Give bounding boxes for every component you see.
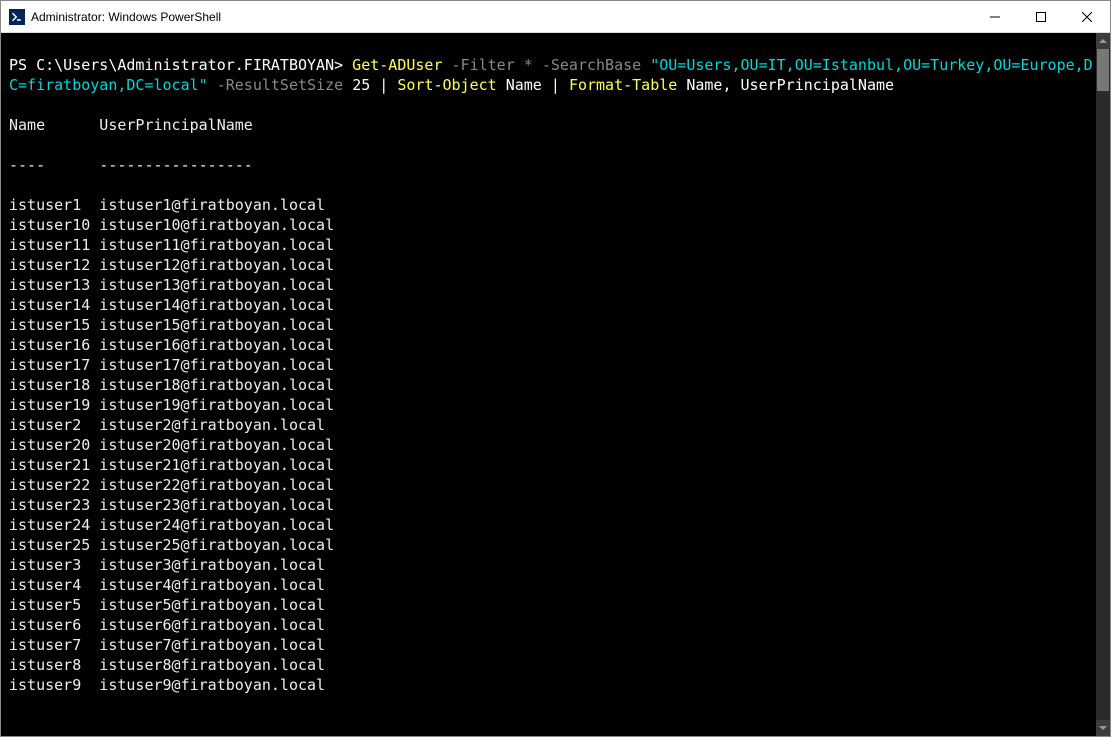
cell-name: istuser4 — [9, 575, 99, 595]
cell-upn: istuser4@firatboyan.local — [99, 575, 325, 595]
table-row: istuser6istuser6@firatboyan.local — [9, 615, 1096, 635]
cell-name: istuser6 — [9, 615, 99, 635]
cell-name: istuser14 — [9, 295, 99, 315]
table-row: istuser24istuser24@firatboyan.local — [9, 515, 1096, 535]
cell-upn: istuser8@firatboyan.local — [99, 655, 325, 675]
maximize-button[interactable] — [1018, 1, 1064, 32]
cell-name: istuser13 — [9, 275, 99, 295]
cell-upn: istuser2@firatboyan.local — [99, 415, 325, 435]
cell-name: istuser25 — [9, 535, 99, 555]
console-area: PS C:\Users\Administrator.FIRATBOYAN> Ge… — [1, 33, 1110, 736]
minimize-button[interactable] — [972, 1, 1018, 32]
table-row: istuser7istuser7@firatboyan.local — [9, 635, 1096, 655]
cell-name: istuser10 — [9, 215, 99, 235]
cell-upn: istuser20@firatboyan.local — [99, 435, 334, 455]
window-titlebar[interactable]: Administrator: Windows PowerShell — [1, 1, 1110, 33]
table-row: istuser18istuser18@firatboyan.local — [9, 375, 1096, 395]
cell-upn: istuser16@firatboyan.local — [99, 335, 334, 355]
cell-name: istuser23 — [9, 495, 99, 515]
cell-name: istuser12 — [9, 255, 99, 275]
console-output[interactable]: PS C:\Users\Administrator.FIRATBOYAN> Ge… — [1, 33, 1096, 736]
cell-upn: istuser5@firatboyan.local — [99, 595, 325, 615]
cell-upn: istuser13@firatboyan.local — [99, 275, 334, 295]
cell-name: istuser15 — [9, 315, 99, 335]
table-row: istuser23istuser23@firatboyan.local — [9, 495, 1096, 515]
table-row: istuser15istuser15@firatboyan.local — [9, 315, 1096, 335]
table-row: istuser20istuser20@firatboyan.local — [9, 435, 1096, 455]
blank-line — [9, 96, 18, 114]
table-row: istuser2istuser2@firatboyan.local — [9, 415, 1096, 435]
table-row: istuser16istuser16@firatboyan.local — [9, 335, 1096, 355]
cell-name: istuser16 — [9, 335, 99, 355]
cell-name: istuser24 — [9, 515, 99, 535]
table-row: istuser9istuser9@firatboyan.local — [9, 675, 1096, 695]
cell-upn: istuser18@firatboyan.local — [99, 375, 334, 395]
cell-name: istuser9 — [9, 675, 99, 695]
cell-name: istuser20 — [9, 435, 99, 455]
close-button[interactable] — [1064, 1, 1110, 32]
cell-upn: istuser1@firatboyan.local — [99, 195, 325, 215]
cell-upn: istuser24@firatboyan.local — [99, 515, 334, 535]
cell-name: istuser3 — [9, 555, 99, 575]
cell-name: istuser2 — [9, 415, 99, 435]
table-row: istuser1istuser1@firatboyan.local — [9, 195, 1096, 215]
cell-upn: istuser6@firatboyan.local — [99, 615, 325, 635]
cell-name: istuser11 — [9, 235, 99, 255]
table-row: istuser19istuser19@firatboyan.local — [9, 395, 1096, 415]
table-row: istuser3istuser3@firatboyan.local — [9, 555, 1096, 575]
table-row: istuser5istuser5@firatboyan.local — [9, 595, 1096, 615]
cell-name: istuser19 — [9, 395, 99, 415]
cell-name: istuser8 — [9, 655, 99, 675]
cell-upn: istuser23@firatboyan.local — [99, 495, 334, 515]
scroll-up-button[interactable] — [1096, 33, 1110, 49]
window-title: Administrator: Windows PowerShell — [31, 10, 221, 24]
cell-name: istuser5 — [9, 595, 99, 615]
window-controls — [972, 1, 1110, 32]
scroll-thumb[interactable] — [1097, 49, 1109, 91]
cell-name: istuser17 — [9, 355, 99, 375]
table-row: istuser21istuser21@firatboyan.local — [9, 455, 1096, 475]
cell-upn: istuser21@firatboyan.local — [99, 455, 334, 475]
scroll-down-button[interactable] — [1096, 720, 1110, 736]
prompt-line-2: C=firatboyan,DC=local" -ResultSetSize 25… — [9, 76, 894, 94]
cell-upn: istuser22@firatboyan.local — [99, 475, 334, 495]
header-row: NameUserPrincipalName — [9, 115, 1096, 135]
cell-name: istuser21 — [9, 455, 99, 475]
cell-upn: istuser11@firatboyan.local — [99, 235, 334, 255]
header-rule: --------------------- — [9, 155, 1096, 175]
table-row: istuser25istuser25@firatboyan.local — [9, 535, 1096, 555]
cell-upn: istuser9@firatboyan.local — [99, 675, 325, 695]
table-row: istuser22istuser22@firatboyan.local — [9, 475, 1096, 495]
cell-name: istuser7 — [9, 635, 99, 655]
table-row: istuser13istuser13@firatboyan.local — [9, 275, 1096, 295]
cell-upn: istuser17@firatboyan.local — [99, 355, 334, 375]
vertical-scrollbar[interactable] — [1096, 33, 1110, 736]
cell-upn: istuser10@firatboyan.local — [99, 215, 334, 235]
cell-upn: istuser7@firatboyan.local — [99, 635, 325, 655]
cell-upn: istuser12@firatboyan.local — [99, 255, 334, 275]
table-row: istuser12istuser12@firatboyan.local — [9, 255, 1096, 275]
cell-upn: istuser14@firatboyan.local — [99, 295, 334, 315]
table-row: istuser4istuser4@firatboyan.local — [9, 575, 1096, 595]
table-row: istuser14istuser14@firatboyan.local — [9, 295, 1096, 315]
powershell-icon — [9, 9, 25, 25]
cell-name: istuser18 — [9, 375, 99, 395]
table-row: istuser17istuser17@firatboyan.local — [9, 355, 1096, 375]
cell-upn: istuser25@firatboyan.local — [99, 535, 334, 555]
table-row: istuser10istuser10@firatboyan.local — [9, 215, 1096, 235]
cell-upn: istuser3@firatboyan.local — [99, 555, 325, 575]
cell-name: istuser1 — [9, 195, 99, 215]
cell-upn: istuser19@firatboyan.local — [99, 395, 334, 415]
blank-line-2 — [9, 716, 18, 734]
prompt-line-1: PS C:\Users\Administrator.FIRATBOYAN> Ge… — [9, 56, 1093, 74]
table-row: istuser11istuser11@firatboyan.local — [9, 235, 1096, 255]
table-row: istuser8istuser8@firatboyan.local — [9, 655, 1096, 675]
cell-name: istuser22 — [9, 475, 99, 495]
table-rows: istuser1istuser1@firatboyan.localistuser… — [9, 195, 1096, 695]
cell-upn: istuser15@firatboyan.local — [99, 315, 334, 335]
